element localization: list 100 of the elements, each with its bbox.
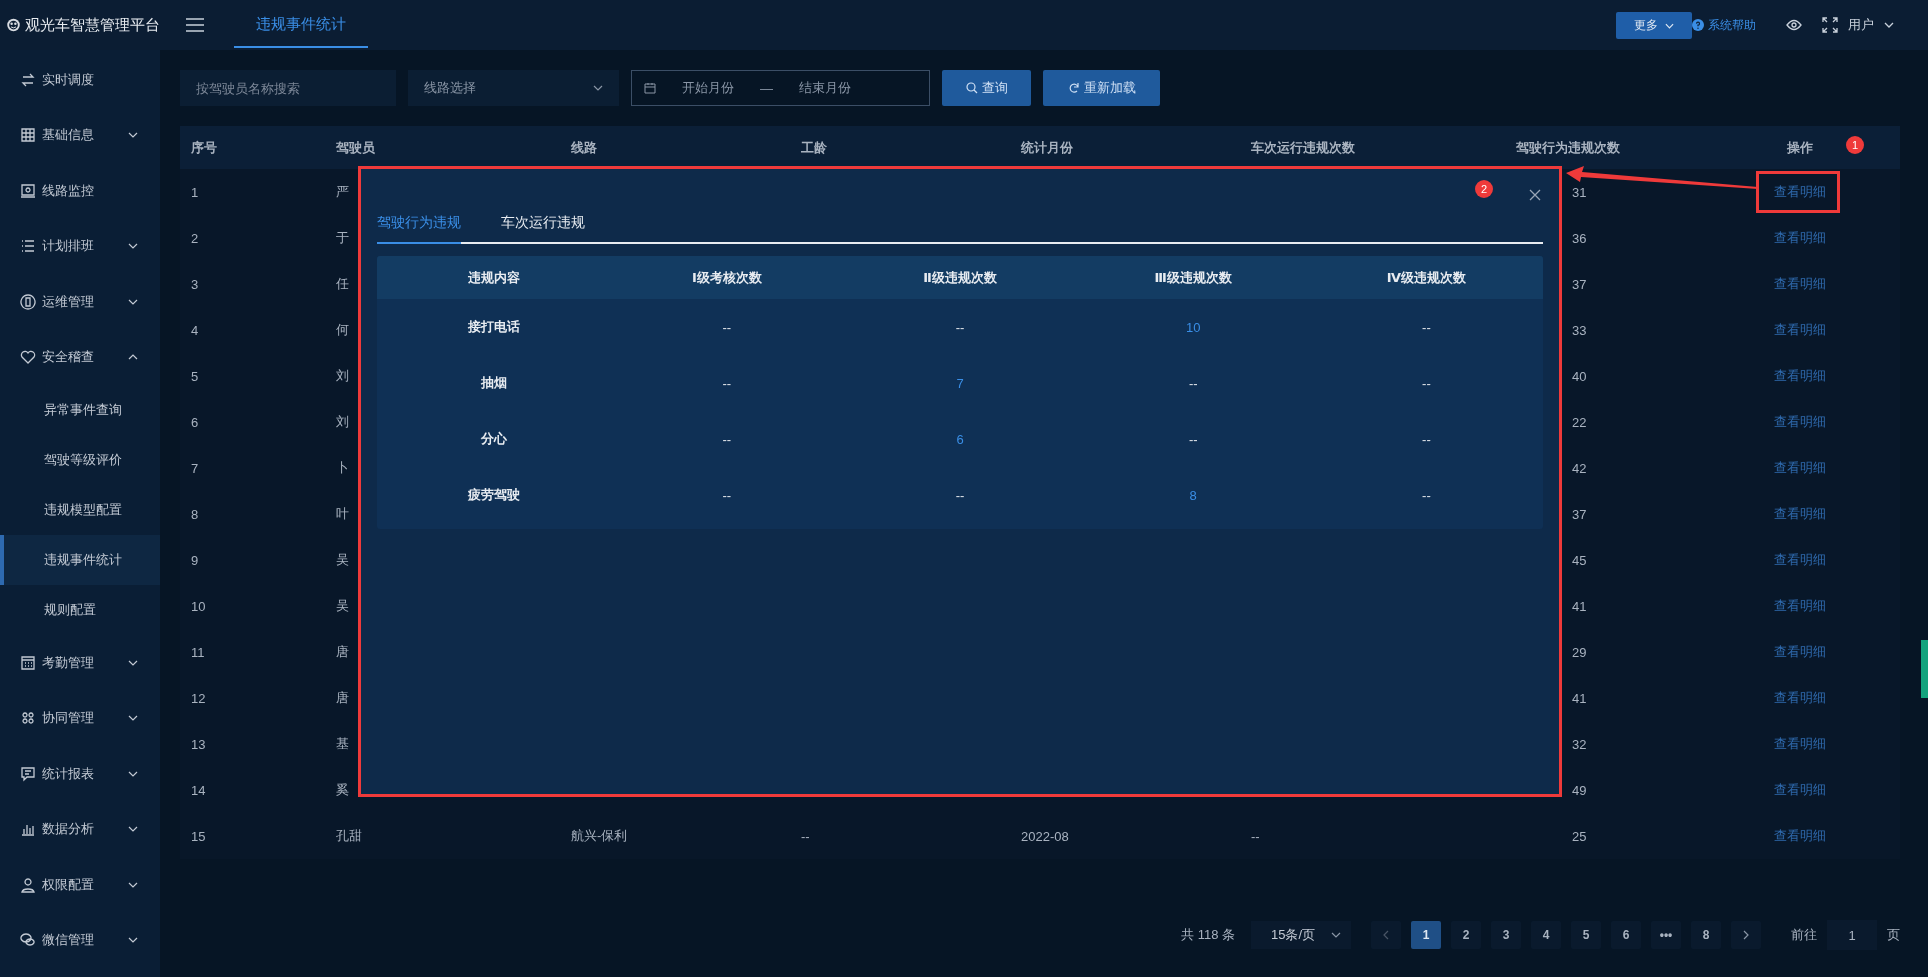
page-button[interactable]: 3 (1491, 921, 1521, 949)
table-cell: 9 (191, 552, 199, 568)
table-cell: 1 (191, 184, 199, 200)
table-cell: 刘 (336, 368, 349, 383)
column-header: 统计月份 (1021, 139, 1073, 155)
user-icon (20, 876, 36, 893)
search-icon (965, 82, 978, 94)
help-link[interactable]: 系统帮助 (1708, 16, 1756, 34)
sidebar-subitem[interactable]: 违规事件统计 (0, 535, 160, 585)
sidebar-item[interactable]: 基础信息 (0, 107, 160, 163)
page-button[interactable]: ••• (1651, 921, 1681, 949)
page-button[interactable]: 8 (1691, 921, 1721, 949)
search-field[interactable]: 按驾驶员名称搜索 (180, 70, 396, 106)
sidebar-label: 微信管理 (42, 931, 95, 950)
column-header: 驾驶行为违规次数 (1516, 139, 1620, 155)
table-cell: 36 (1572, 230, 1587, 246)
page-suffix: 页 (1887, 926, 1900, 944)
report-icon (20, 765, 36, 782)
sidebar-item[interactable]: 权限配置 (0, 857, 160, 913)
sidebar-subitem[interactable]: 异常事件查询 (0, 385, 160, 435)
column-header: 车次运行违规次数 (1251, 139, 1355, 155)
refresh-icon (1067, 82, 1080, 94)
table-cell: 11 (191, 644, 205, 660)
reload-button[interactable]: 重新加载 (1043, 70, 1160, 106)
page-tab[interactable]: 违规事件统计 (234, 2, 368, 48)
table-cell: 3 (191, 276, 199, 292)
table-cell: 疲劳驾驶 (467, 487, 520, 502)
table-cell: -- (722, 319, 732, 335)
sidebar-item[interactable]: 实时调度 (0, 52, 160, 108)
eye-icon[interactable] (1786, 17, 1802, 33)
table-cell: 孔甜 (336, 828, 362, 843)
sidebar-item[interactable]: 线路监控 (0, 163, 160, 219)
chat-icon (20, 932, 36, 949)
page-size-select[interactable]: 15条/页 (1251, 921, 1351, 949)
sidebar-item[interactable]: 微信管理 (0, 912, 160, 968)
table-cell: 6 (191, 414, 199, 430)
sidebar-item[interactable]: 数据分析 (0, 801, 160, 857)
sidebar-item[interactable]: 考勤管理 (0, 635, 160, 691)
table-cell: 45 (1572, 552, 1587, 568)
table-cell: -- (1188, 375, 1198, 391)
sidebar-item[interactable]: 运维管理 (0, 274, 160, 330)
calendar-icon (20, 654, 36, 671)
table-cell: 抽烟 (480, 375, 507, 390)
sidebar-item[interactable]: 计划排班 (0, 218, 160, 274)
month-range-field[interactable]: 开始月份 — 结束月份 (631, 70, 930, 106)
column-header: 操作 (1787, 139, 1813, 155)
page-button[interactable]: 5 (1571, 921, 1601, 949)
table-cell: 7 (956, 375, 964, 391)
table-cell: -- (1188, 431, 1198, 447)
goto-page-field[interactable]: 1 (1827, 920, 1877, 950)
table-cell: -- (722, 431, 732, 447)
dialog-tab[interactable]: 车次运行违规 (501, 214, 585, 244)
route-select[interactable]: 线路选择 (408, 70, 619, 106)
total-count: 共 118 条 (1181, 926, 1235, 944)
table-cell: 接打电话 (467, 319, 520, 334)
table-cell: 任 (336, 276, 349, 291)
sidebar-item[interactable]: 协同管理 (0, 690, 160, 746)
sidebar-subitem[interactable]: 规则配置 (0, 585, 160, 635)
sidebar-subitem[interactable]: 驾驶等级评价 (0, 435, 160, 485)
table-cell: 唐 (336, 644, 349, 659)
table-cell: 31 (1572, 184, 1587, 200)
table-cell: 8 (191, 506, 199, 522)
sidebar-item[interactable]: 统计报表 (0, 746, 160, 802)
sidebar-subitem[interactable]: 违规模型配置 (0, 485, 160, 535)
fullscreen-icon[interactable] (1822, 17, 1838, 33)
sidebar-label: 计划排班 (42, 237, 95, 256)
page-button[interactable]: 4 (1531, 921, 1561, 949)
table-cell: 严 (336, 184, 349, 199)
page-button[interactable]: 2 (1451, 921, 1481, 949)
table-cell: -- (722, 375, 732, 391)
table-cell: -- (1422, 487, 1431, 503)
page-button[interactable]: 6 (1611, 921, 1641, 949)
chevron-right-icon (1743, 930, 1749, 940)
more-button[interactable]: 更多 (1616, 11, 1692, 39)
heart-icon (20, 349, 36, 366)
close-icon[interactable] (1529, 189, 1541, 201)
table-cell: 13 (191, 736, 206, 752)
user-menu[interactable]: 用户 (1848, 16, 1874, 34)
caret-icon (1884, 22, 1894, 28)
page-button[interactable]: 1 (1411, 921, 1441, 949)
column-header: 线路 (571, 139, 597, 155)
sidebar-label: 线路监控 (42, 181, 95, 200)
dialog-tab[interactable]: 驾驶行为违规 (377, 214, 461, 244)
circles-icon (20, 710, 36, 727)
table-cell: 分心 (480, 431, 507, 446)
sidebar-label: 数据分析 (42, 820, 95, 839)
query-button[interactable]: 查询 (942, 70, 1031, 106)
table-cell: 刘 (336, 414, 349, 429)
sidebar-item[interactable]: 安全稽查 (0, 329, 160, 385)
table-cell: 6 (956, 431, 964, 447)
table-cell: 10 (1185, 319, 1201, 335)
table-cell: 2022-08 (1021, 828, 1069, 844)
table-cell: 何 (336, 322, 349, 337)
column-header: 驾驶员 (336, 139, 375, 155)
column-header: 违规内容 (467, 269, 520, 285)
sidebar-label: 基础信息 (42, 126, 95, 145)
table-cell: 37 (1572, 276, 1587, 292)
chevron-icon (593, 85, 603, 91)
sidebar-label: 运维管理 (42, 292, 95, 311)
menu-icon[interactable] (186, 18, 204, 32)
